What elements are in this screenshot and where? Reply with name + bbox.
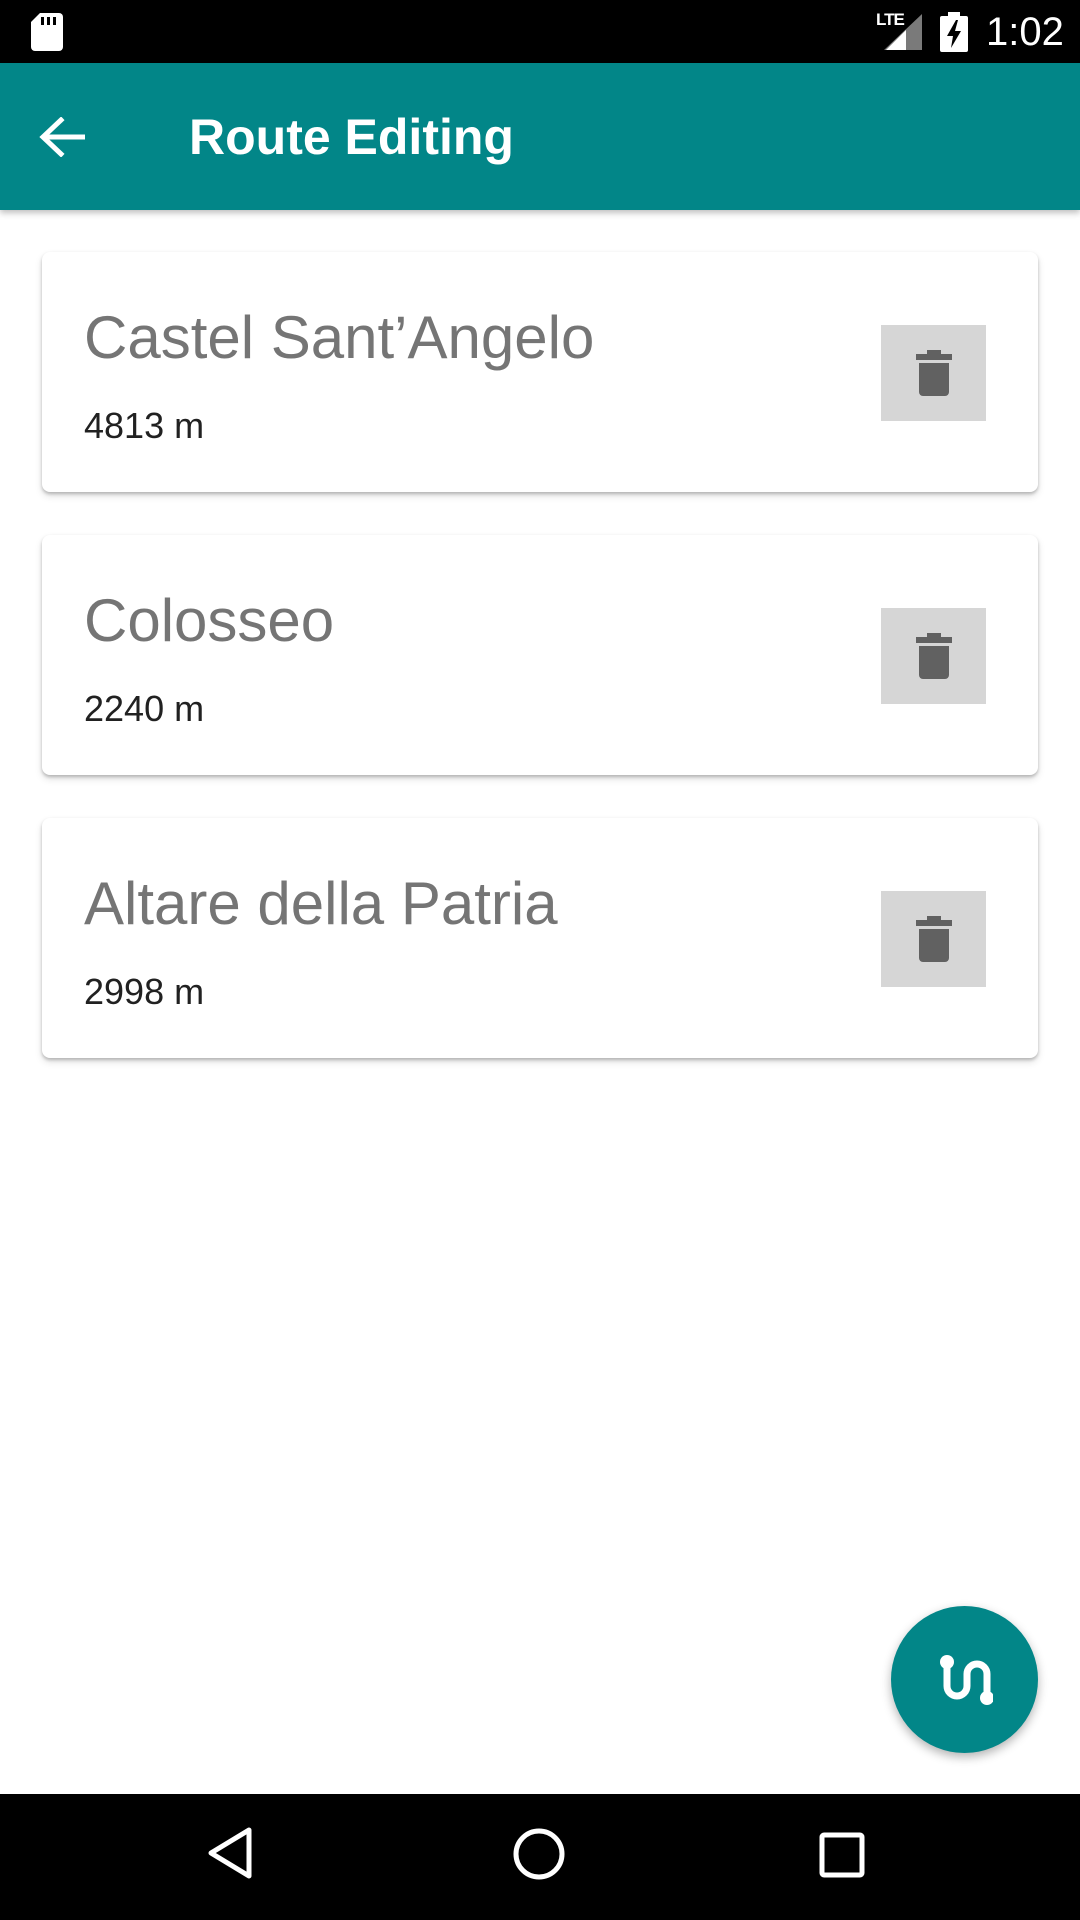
trash-icon (915, 350, 952, 396)
stop-distance: 4813 m (84, 405, 205, 446)
sd-card-icon (31, 13, 63, 51)
delete-button[interactable] (881, 891, 986, 987)
route-stop-card[interactable]: Colosseo 2240 m (42, 535, 1038, 775)
status-clock: 1:02 (986, 10, 1064, 54)
route-stop-card[interactable]: Castel Sant’Angelo 4813 m (42, 252, 1038, 492)
status-bar: LTE 1:02 (0, 0, 1080, 63)
stop-name: Altare della Patria (84, 870, 558, 937)
stop-distance: 2998 m (84, 971, 205, 1012)
trash-icon (915, 633, 952, 679)
route-stop-card[interactable]: Altare della Patria 2998 m (42, 818, 1038, 1058)
signal-icon (884, 14, 922, 50)
route-icon (939, 1654, 993, 1705)
nav-recents-icon[interactable] (819, 1832, 865, 1878)
app-bar: Route Editing (0, 63, 1080, 210)
delete-button[interactable] (881, 608, 986, 704)
route-fab-button[interactable] (891, 1606, 1038, 1753)
stop-name: Colosseo (84, 587, 335, 654)
battery-charging-icon (940, 12, 968, 52)
system-nav-bar (0, 1794, 1080, 1920)
stop-name: Castel Sant’Angelo (84, 304, 595, 371)
stop-distance: 2240 m (84, 688, 205, 729)
arrow-back-icon (39, 117, 85, 157)
back-button[interactable] (30, 105, 94, 169)
nav-back-icon[interactable] (207, 1826, 253, 1880)
page-title: Route Editing (189, 109, 514, 165)
trash-icon (915, 916, 952, 962)
nav-home-icon[interactable] (512, 1827, 566, 1881)
delete-button[interactable] (881, 325, 986, 421)
